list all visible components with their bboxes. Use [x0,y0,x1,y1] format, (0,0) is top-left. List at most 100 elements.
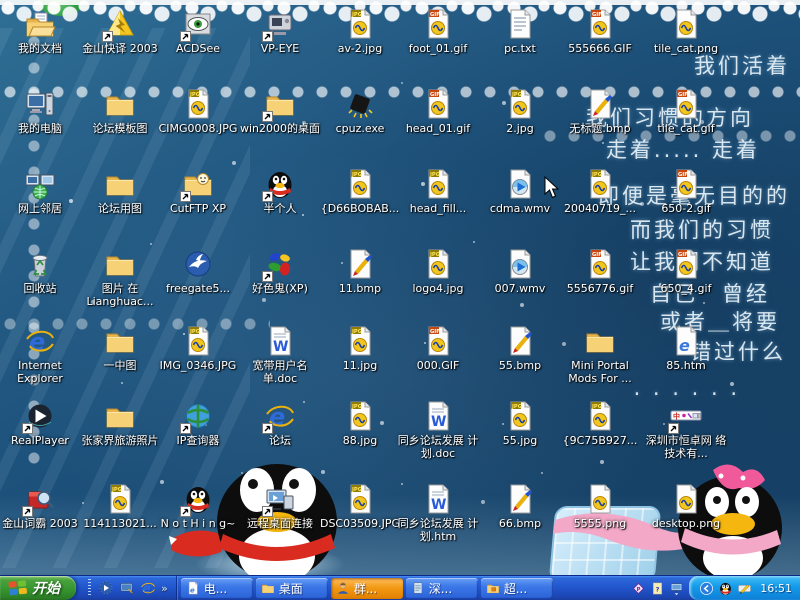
desktop-icon[interactable]: 无标题.bmp [556,88,644,135]
desktop-icon[interactable]: e85.htm [642,325,730,372]
desktop-icon[interactable]: JPG CIMG0008.JPG [154,88,242,135]
desktop-icon[interactable]: 论坛模板图 [76,88,164,135]
desktop-icon[interactable]: 图片 在 Lianghuac... [76,248,164,308]
svg-text:JPG: JPG [351,487,362,493]
desktop-icon-label: 同乡论坛发展 计划.doc [394,434,482,460]
svg-text:JPG: JPG [351,404,362,410]
svg-text:JPG: JPG [511,92,522,98]
desktop-icon[interactable]: JPG11.jpg [316,325,404,372]
desktop-icon[interactable]: desktop.png [642,483,730,530]
desktop-icon[interactable]: JPG{D66BOBAB... [316,168,404,215]
desktop-icon[interactable]: GIF650_4.gif [642,248,730,295]
desktop-icon[interactable]: JPGlogo4.jpg [394,248,482,295]
media-player-icon[interactable] [98,580,114,596]
gif-icon: GIF [670,168,702,200]
app-diamond-icon[interactable]: P [631,581,646,596]
desktop-icon[interactable]: freegate5... [154,248,242,295]
doc-icon: W [422,483,454,515]
svg-text:JPG: JPG [189,92,200,98]
desktop-icon[interactable]: win2000的桌面 [236,88,324,135]
desktop-icon[interactable]: JPG55.jpg [476,400,564,447]
desktop-icon[interactable]: 66.bmp [476,483,564,530]
desktop-icon-label: 5556776.gif [556,282,644,295]
desktop-icon[interactable]: GIF650-2.gif [642,168,730,215]
desktop-icon[interactable]: GIF555666.GIF [556,8,644,55]
desktop-icon[interactable]: 半个人 [236,168,324,215]
desktop-icon[interactable]: JPG20040719_... [556,168,644,215]
desktop-icon-label: 555666.GIF [556,42,644,55]
taskbar-button[interactable]: e电... [181,578,253,599]
desktop-icon-label: CIMG0008.JPG [154,122,242,135]
show-desktop-icon[interactable] [119,580,135,596]
desktop-icon[interactable]: 5555.png [556,483,644,530]
desktop-icon[interactable]: W 同乡论坛发展 计划.doc [394,400,482,460]
desktop-icon[interactable]: JPG{9C75B927... [556,400,644,447]
desktop-icon[interactable]: 张家界旅游照片 [76,400,164,447]
qq-icon[interactable] [718,581,733,596]
desktop-icon[interactable]: GIFhead_01.gif [394,88,482,135]
desktop-icon[interactable]: 回收站 [0,248,84,295]
desktop-icon-label: 一中图 [76,359,164,372]
start-button[interactable]: 开始 [0,576,76,600]
desktop-icon[interactable]: ACDSee [154,8,242,55]
desktop-icon[interactable]: N o t H i n g~ [154,483,242,530]
desktop-icon[interactable]: JPGIMG_0346.JPG [154,325,242,372]
taskbar-button[interactable]: 桌面 [256,578,328,599]
desktop-icon-label: 88.jpg [316,434,404,447]
desktop-icon[interactable]: JPG 88.jpg [316,400,404,447]
taskbar-button[interactable]: 超... [481,578,553,599]
desktop-icon[interactable]: e论坛 [236,400,324,447]
shortcut-arrow-icon [180,506,191,517]
desktop-icon[interactable]: W宽带用户名单.doc [236,325,324,385]
desktop-icon[interactable]: tile_cat.png [642,8,730,55]
ime-pen-icon[interactable] [737,581,752,596]
jpg-icon: JPG [182,88,214,120]
desktop-icon[interactable]: Mini Portal Mods For ... [556,325,644,385]
desktop-icon[interactable]: 007.wmv [476,248,564,295]
desktop-icon[interactable]: CutFTP XP [154,168,242,215]
desktop-icon[interactable]: 55.bmp [476,325,564,372]
desktop-icon[interactable]: VP-EYE [236,8,324,55]
desktop-icon[interactable]: 金山快译 2003 [76,8,164,55]
desktop-icon[interactable]: cpuz.exe [316,88,404,135]
taskbar-button[interactable]: 群... [331,578,403,599]
desktop-icon[interactable]: pc.txt [476,8,564,55]
desktop-icon-label: ACDSee [154,42,242,55]
desktop-icon[interactable]: W同乡论坛发展 计划.htm [394,483,482,543]
desktop-icon[interactable]: 网上邻居 [0,168,84,215]
display-settings-icon[interactable] [669,581,684,596]
desktop-icon-label: Internet Explorer [0,359,84,385]
desktop-icon[interactable]: RealPlayer [0,400,84,447]
desktop-icon-label: 图片 在 Lianghuac... [76,282,164,308]
desktop-icon[interactable]: 一中图 [76,325,164,372]
quick-launch-handle[interactable] [88,579,91,597]
quick-launch-overflow-chevron[interactable]: » [161,582,168,595]
internet-explorer-icon[interactable]: e [140,580,156,596]
desktop-icon[interactable]: 好色鬼(XP) [236,248,324,295]
desktop-icon[interactable]: GIF000.GIF [394,325,482,372]
desktop-icon[interactable]: JPGDSC03509.JPG [316,483,404,530]
help-note-icon[interactable]: ? [650,581,665,596]
desktop-icon[interactable]: JPGav-2.jpg [316,8,404,55]
desktop-icon[interactable]: GIF5556776.gif [556,248,644,295]
desktop-icon[interactable]: IP查询器 [154,400,242,447]
desktop-icon[interactable]: 11.bmp [316,248,404,295]
desktop-icon[interactable]: 论坛用图 [76,168,164,215]
desktop-icon[interactable]: GIFfoot_01.gif [394,8,482,55]
desktop-icon[interactable]: 远程桌面连接 [236,483,324,530]
desktop-icon[interactable]: JPGhead_fill... [394,168,482,215]
desktop-icon[interactable]: 我的文档 [0,8,84,55]
desktop-icon[interactable]: 中深圳市恒卓网 络技术有... [642,400,730,460]
desktop-icon[interactable]: JPG2.jpg [476,88,564,135]
desktop-icon[interactable]: 金山词霸 2003 [0,483,84,530]
gif-icon: GIF [422,8,454,40]
taskbar-button[interactable]: 深... [406,578,478,599]
desktop-icon[interactable]: 我的电脑 [0,88,84,135]
language-collapse-icon[interactable] [699,581,714,596]
desktop-icon-label: {9C75B927... [556,434,644,447]
svg-text:W: W [431,414,446,430]
desktop-icon-label: cpuz.exe [316,122,404,135]
desktop-icon[interactable]: GIFtile_cat.gif [642,88,730,135]
desktop-icon[interactable]: eInternet Explorer [0,325,84,385]
desktop-icon[interactable]: JPG114113021... [76,483,164,530]
